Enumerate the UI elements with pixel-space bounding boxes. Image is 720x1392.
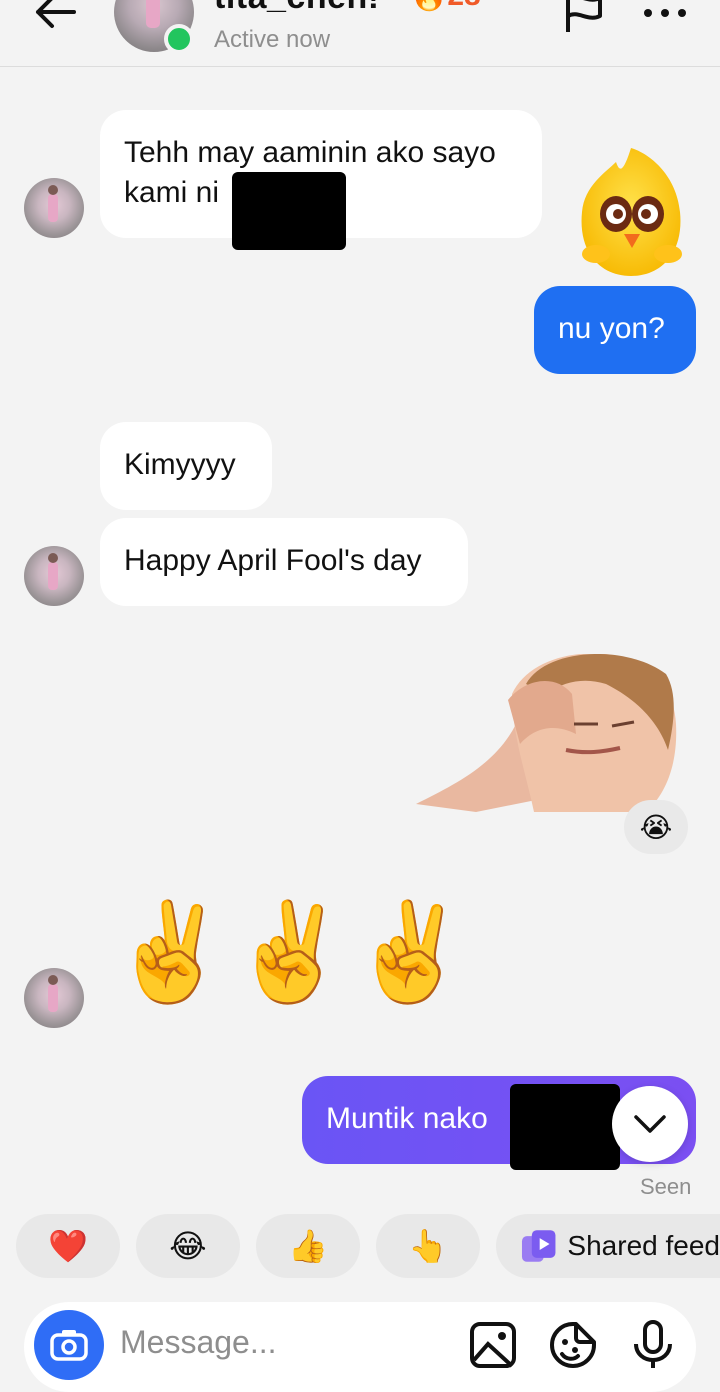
sender-avatar[interactable] (24, 178, 84, 238)
streak-badge: 🔥28 (410, 0, 481, 13)
contact-username[interactable]: tita_chen! (214, 0, 380, 17)
shared-feed-icon (521, 1230, 556, 1262)
more-options-icon[interactable] (640, 0, 690, 26)
scroll-to-bottom-button[interactable] (612, 1086, 688, 1162)
message-text: kami ni (124, 176, 220, 209)
incoming-message[interactable]: Happy April Fool's day (100, 518, 468, 606)
quick-reaction-thumbs-up[interactable]: 👍 (256, 1214, 360, 1278)
active-status: Active now (214, 26, 331, 53)
message-text: Happy April Fool's day (124, 544, 422, 577)
camera-button[interactable] (34, 1310, 104, 1380)
redaction-block (510, 1084, 620, 1170)
flag-icon[interactable] (560, 0, 606, 34)
gallery-icon[interactable] (468, 1320, 518, 1370)
incoming-message[interactable]: Kimyyyy (100, 422, 272, 510)
shared-feed-chip[interactable]: Shared feed (496, 1214, 720, 1278)
camera-icon (50, 1330, 88, 1361)
quick-reaction-laugh[interactable]: 😂 (136, 1214, 240, 1278)
message-reaction[interactable]: 😭 (624, 800, 688, 854)
emoji-message[interactable]: ✌️ (350, 905, 470, 1001)
sender-avatar[interactable] (24, 968, 84, 1028)
shared-feed-label: Shared feed (567, 1230, 720, 1261)
sticker-emoji[interactable] (576, 142, 686, 280)
message-text: nu yon? (558, 312, 665, 345)
redaction-block (232, 172, 346, 250)
emoji-message[interactable]: ✌️ (110, 905, 230, 1001)
sender-avatar[interactable] (24, 546, 84, 606)
seen-indicator: Seen (640, 1174, 692, 1199)
message-text: Tehh may aaminin ako sayo (124, 136, 496, 169)
message-text: Muntik nako (326, 1102, 488, 1135)
outgoing-message[interactable]: nu yon? (534, 286, 696, 374)
quick-reaction-point-up[interactable]: 👆 (376, 1214, 480, 1278)
emoji-message[interactable]: ✌️ (230, 905, 350, 1001)
quick-reaction-heart[interactable]: ❤️ (16, 1214, 120, 1278)
back-arrow-icon[interactable] (30, 0, 80, 34)
message-input[interactable]: Message... (120, 1324, 277, 1361)
online-status-dot (164, 24, 194, 54)
microphone-icon[interactable] (628, 1320, 678, 1370)
sent-photo[interactable] (416, 654, 680, 812)
sticker-icon[interactable] (548, 1320, 598, 1370)
message-text: Kimyyyy (124, 448, 236, 481)
chevron-down-icon (634, 1115, 666, 1133)
